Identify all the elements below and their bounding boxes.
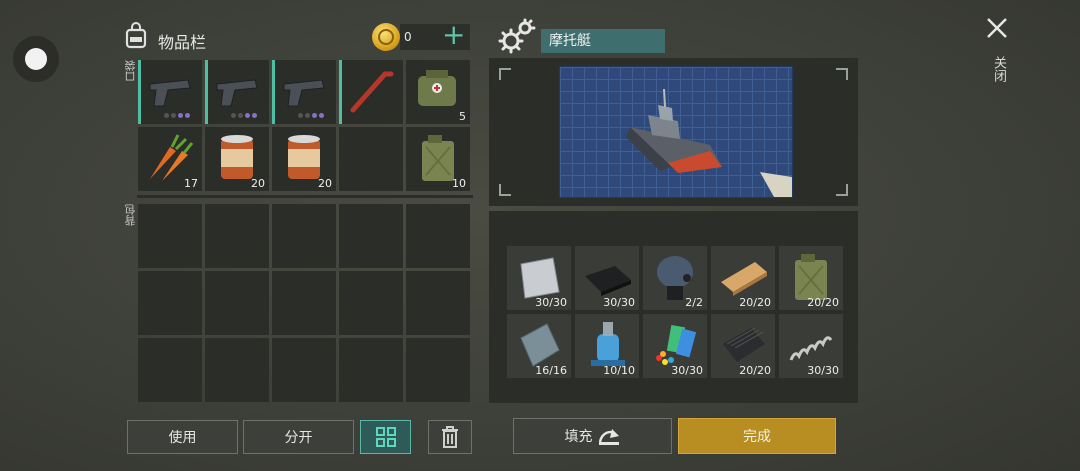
material-count: 2/2 [685, 296, 703, 309]
trash-button[interactable] [428, 420, 472, 454]
backpack-slot[interactable] [339, 338, 403, 402]
crowbar-icon [339, 60, 403, 128]
pocket-slot[interactable] [138, 60, 202, 124]
pocket-slot[interactable] [339, 60, 403, 124]
motorboat-icon [626, 88, 792, 197]
material-slot[interactable]: 30/30 [507, 246, 571, 310]
quality-dots [231, 113, 257, 118]
coin-count: 0 [404, 30, 412, 44]
pocket-slot[interactable]: 17 [138, 127, 202, 191]
craft-preview-panel [489, 58, 858, 206]
fill-button-label: 填充 [564, 429, 593, 445]
quality-dots [164, 113, 190, 118]
material-slot[interactable]: 30/30 [575, 246, 639, 310]
done-button[interactable]: 完成 [678, 418, 836, 454]
material-count: 30/30 [671, 364, 703, 377]
material-slot[interactable]: 16/16 [507, 314, 571, 378]
backpack-slot[interactable] [406, 204, 470, 268]
slot-count: 20 [251, 177, 265, 190]
use-button[interactable]: 使用 [127, 420, 238, 454]
slot-count: 17 [184, 177, 198, 190]
backpack-slot[interactable] [205, 204, 269, 268]
material-count: 20/20 [739, 364, 771, 377]
blueprint-background [559, 66, 793, 198]
slot-count: 10 [452, 177, 466, 190]
gear-icon [498, 18, 536, 54]
quality-dots [298, 113, 324, 118]
inventory-header: 物品栏 0 + [122, 20, 472, 54]
done-button-label: 完成 [743, 429, 771, 445]
backpack-slot[interactable] [272, 271, 336, 335]
pocket-slot[interactable] [272, 60, 336, 124]
split-button-label: 分开 [284, 430, 313, 446]
craft-item-name: 摩托艇 [541, 29, 665, 53]
grid-icon [375, 427, 396, 447]
material-slot[interactable]: 30/30 [779, 314, 843, 378]
add-coins-button[interactable]: + [442, 21, 465, 49]
slot-count: 5 [459, 110, 466, 123]
backpack-slot[interactable] [138, 204, 202, 268]
material-count: 20/20 [807, 296, 839, 309]
material-slot[interactable]: 20/20 [711, 314, 775, 378]
split-button[interactable]: 分开 [243, 420, 354, 454]
fill-arrow-icon [598, 429, 619, 445]
backpack-slot[interactable] [138, 338, 202, 402]
backpack-slot[interactable] [272, 204, 336, 268]
backpack-label: 背包 [124, 204, 137, 226]
backpack-slot[interactable] [339, 204, 403, 268]
backpack-slot[interactable] [272, 338, 336, 402]
backpack-slot[interactable] [138, 271, 202, 335]
material-slot[interactable]: 20/20 [779, 246, 843, 310]
inventory-title: 物品栏 [158, 33, 207, 52]
material-count: 30/30 [535, 296, 567, 309]
slot-count: 20 [318, 177, 332, 190]
pocket-label: 口袋 [124, 60, 137, 82]
pocket-slot[interactable] [205, 60, 269, 124]
pocket-slot[interactable]: 20 [205, 127, 269, 191]
backpack-slot[interactable] [339, 271, 403, 335]
grid-view-button[interactable] [360, 420, 411, 454]
material-count: 30/30 [603, 296, 635, 309]
backpack-slot[interactable] [406, 271, 470, 335]
fill-button[interactable]: 填充 [513, 418, 672, 454]
menu-circle-button[interactable] [13, 36, 59, 82]
pocket-slot[interactable]: 5 [406, 60, 470, 124]
trash-icon [442, 426, 458, 448]
backpack-slot[interactable] [205, 271, 269, 335]
close-icon[interactable] [983, 14, 1011, 42]
pocket-slot[interactable] [339, 127, 403, 191]
backpack-icon [125, 22, 147, 49]
backpack-slot[interactable] [205, 338, 269, 402]
materials-panel: 30/30 30/30 2/2 20/20 20/20 16/16 10/10 30/30 20… [489, 211, 858, 403]
backpack-slot[interactable] [406, 338, 470, 402]
close-label[interactable]: 关闭 [989, 56, 1008, 82]
material-count: 30/30 [807, 364, 839, 377]
material-slot[interactable]: 10/10 [575, 314, 639, 378]
pocket-slot[interactable]: 20 [272, 127, 336, 191]
material-count: 10/10 [603, 364, 635, 377]
material-slot[interactable]: 30/30 [643, 314, 707, 378]
material-slot[interactable]: 20/20 [711, 246, 775, 310]
section-divider [137, 195, 473, 198]
coin-icon [372, 23, 400, 51]
material-count: 16/16 [535, 364, 567, 377]
use-button-label: 使用 [168, 430, 197, 446]
material-count: 20/20 [739, 296, 771, 309]
material-slot[interactable]: 2/2 [643, 246, 707, 310]
circle-dot-icon [25, 48, 47, 70]
pocket-slot[interactable]: 10 [406, 127, 470, 191]
